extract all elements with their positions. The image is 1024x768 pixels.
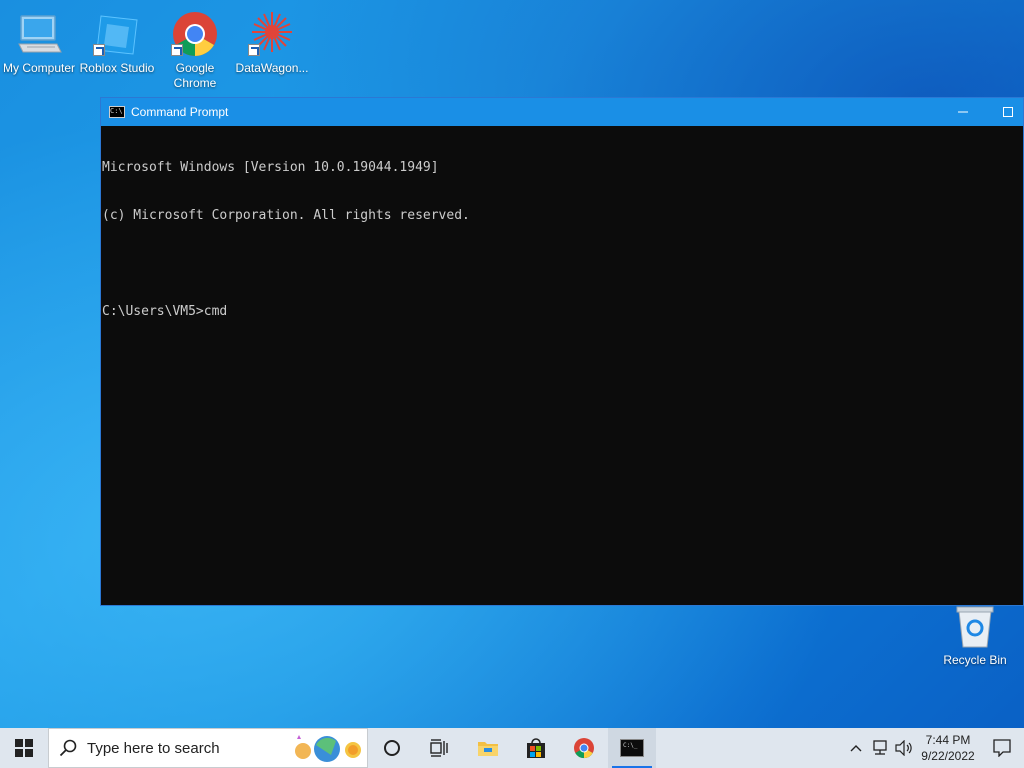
task-view-icon	[430, 739, 448, 757]
search-input[interactable]	[87, 739, 287, 757]
taskbar-clock[interactable]: 7:44 PM 9/22/2022	[916, 732, 980, 764]
start-icon	[15, 739, 33, 757]
action-center-button[interactable]	[980, 728, 1024, 768]
maximize-button[interactable]	[985, 98, 1024, 126]
chrome-icon	[574, 738, 594, 759]
shortcut-arrow-icon	[93, 44, 105, 56]
speaker-icon	[895, 740, 912, 756]
notification-icon	[993, 739, 1011, 757]
datawagon-icon	[248, 10, 296, 58]
command-prompt-window[interactable]: C:\ Command Prompt Microsoft Windows [Ve…	[100, 97, 1024, 606]
clock-time: 7:44 PM	[925, 733, 971, 747]
file-explorer-button[interactable]	[464, 728, 512, 768]
desktop-icon-my-computer[interactable]: My Computer	[0, 4, 78, 76]
network-icon	[873, 740, 887, 755]
chevron-up-icon	[850, 745, 862, 752]
svg-text:C:\_: C:\_	[623, 742, 638, 749]
search-highlights-icon	[291, 735, 363, 763]
cortana-icon	[384, 740, 400, 756]
desktop-icon-label: DataWagon...	[235, 61, 309, 75]
chrome-taskbar-button[interactable]	[560, 728, 608, 768]
start-button[interactable]	[0, 728, 48, 768]
maximize-icon	[1003, 107, 1013, 117]
console-line: (c) Microsoft Corporation. All rights re…	[102, 208, 470, 223]
show-hidden-icons-button[interactable]	[844, 728, 868, 768]
console-prompt-line: C:\Users\VM5>cmd	[102, 304, 228, 319]
desktop-icon-label: Google Chrome	[173, 61, 217, 90]
clock-date: 9/22/2022	[921, 749, 975, 763]
console-line: Microsoft Windows [Version 10.0.19044.19…	[102, 160, 439, 175]
desktop-icon-google-chrome[interactable]: Google Chrome	[156, 4, 234, 91]
desktop-icon-datawagon[interactable]: DataWagon...	[233, 4, 311, 76]
taskbar: C:\_ 7:44 PM 9/22/2022	[0, 728, 1024, 768]
minimize-button[interactable]	[940, 98, 986, 126]
system-tray: 7:44 PM 9/22/2022	[844, 728, 1024, 768]
computer-icon	[15, 10, 63, 58]
minimize-icon	[958, 111, 968, 113]
console-output[interactable]: Microsoft Windows [Version 10.0.19044.19…	[101, 126, 1023, 352]
search-icon	[59, 739, 77, 757]
window-title: Command Prompt	[131, 105, 229, 119]
recycle-bin-icon	[954, 603, 996, 649]
command-prompt-taskbar-button[interactable]: C:\_	[608, 728, 656, 768]
taskbar-search-box[interactable]	[48, 728, 368, 768]
command-prompt-icon: C:\_	[620, 739, 644, 757]
desktop-icon-label: My Computer	[2, 61, 76, 75]
desktop-icon-roblox-studio[interactable]: Roblox Studio	[78, 4, 156, 76]
file-explorer-icon	[478, 742, 498, 756]
window-titlebar[interactable]: C:\ Command Prompt	[101, 98, 1023, 126]
desktop-icon-recycle-bin[interactable]: Recycle Bin	[938, 603, 1012, 667]
shortcut-arrow-icon	[248, 44, 260, 56]
command-prompt-icon: C:\	[109, 106, 125, 118]
store-icon	[527, 738, 545, 758]
cortana-button[interactable]	[368, 728, 416, 768]
chrome-icon	[171, 10, 219, 58]
recycle-bin-label: Recycle Bin	[943, 653, 1007, 667]
network-button[interactable]	[868, 728, 892, 768]
volume-button[interactable]	[892, 728, 916, 768]
roblox-studio-icon	[93, 10, 141, 58]
task-view-button[interactable]	[416, 728, 464, 768]
store-button[interactable]	[512, 728, 560, 768]
desktop-icon-label: Roblox Studio	[79, 61, 155, 75]
shortcut-arrow-icon	[171, 44, 183, 56]
